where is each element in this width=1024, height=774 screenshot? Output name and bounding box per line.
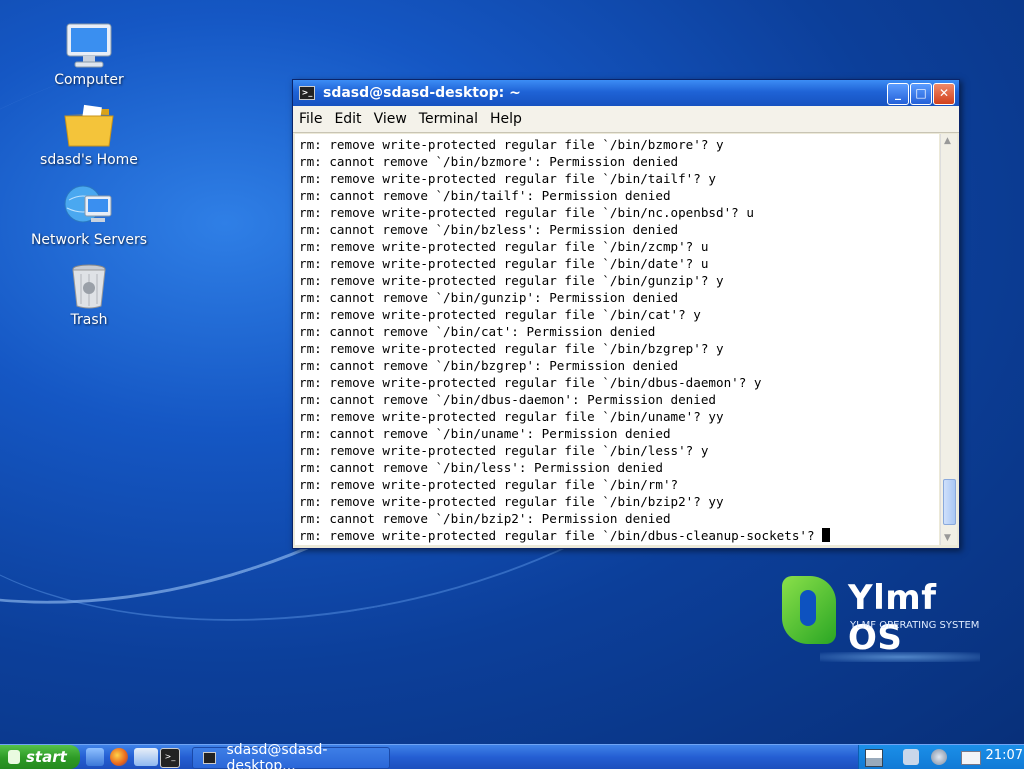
minimize-button[interactable]: _ [887,83,909,105]
terminal-line: rm: remove write-protected regular file … [299,528,823,543]
menubar: File Edit View Terminal Help [293,106,959,133]
desktop-icon-network-servers[interactable]: Network Servers [29,182,149,248]
terminal-line: rm: remove write-protected regular file … [299,307,701,322]
terminal-line: rm: remove write-protected regular file … [299,171,717,186]
terminal-scrollbar[interactable]: ▲ ▼ [940,134,957,545]
terminal-line: rm: remove write-protected regular file … [299,137,724,152]
volume-icon[interactable] [931,749,947,765]
start-label: start [26,748,67,766]
taskbar: start >_ sdasd@sdasd-desktop... 21:07 [0,742,1024,774]
desktop: Computer sdasd's Home Network Servers Tr… [0,0,1024,744]
terminal-line: rm: remove write-protected regular file … [299,477,679,492]
menu-view[interactable]: View [374,111,407,127]
network-globe-icon [63,182,115,230]
logo-title: Ylmf OS [848,578,937,658]
terminal-window[interactable]: >_ sdasd@sdasd-desktop: ~ _ □ ✕ File Edi… [292,79,960,549]
close-button[interactable]: ✕ [933,83,955,105]
quicklaunch-files-icon[interactable] [86,748,104,766]
terminal-line: rm: cannot remove `/bin/bzmore': Permiss… [299,154,679,169]
terminal-line: rm: cannot remove `/bin/bzgrep': Permiss… [299,358,679,373]
terminal-line: rm: remove write-protected regular file … [299,494,724,509]
terminal-icon: >_ [299,86,315,100]
menu-terminal[interactable]: Terminal [419,111,478,127]
terminal-line: rm: cannot remove `/bin/tailf': Permissi… [299,188,671,203]
menu-edit[interactable]: Edit [334,111,361,127]
start-button[interactable]: start [0,745,80,769]
terminal-line: rm: cannot remove `/bin/bzless': Permiss… [299,222,679,237]
system-tray: 21:07 [858,745,1024,769]
scroll-up-icon[interactable]: ▲ [944,136,951,146]
terminal-line: rm: cannot remove `/bin/bzip2': Permissi… [299,511,671,526]
taskbar-task-terminal[interactable]: sdasd@sdasd-desktop... [192,742,390,774]
scroll-down-icon[interactable]: ▼ [944,533,951,543]
window-title: sdasd@sdasd-desktop: ~ [323,85,521,101]
terminal-line: rm: cannot remove `/bin/less': Permissio… [299,460,663,475]
firefox-icon[interactable] [110,748,128,766]
task-title: sdasd@sdasd-desktop... [226,742,328,774]
window-titlebar[interactable]: >_ sdasd@sdasd-desktop: ~ [293,80,959,106]
terminal-line: rm: remove write-protected regular file … [299,205,754,220]
terminal-line: rm: remove write-protected regular file … [299,443,709,458]
folder-icon [63,102,115,150]
menu-help[interactable]: Help [490,111,522,127]
terminal-line: rm: cannot remove `/bin/cat': Permission… [299,324,656,339]
terminal-line: rm: cannot remove `/bin/uname': Permissi… [299,426,671,441]
trash-icon [63,262,115,310]
desktop-icon-trash[interactable]: Trash [29,262,149,328]
workspace-switcher-icon[interactable] [865,749,883,767]
scroll-thumb[interactable] [943,479,956,525]
ylmf-logo-mark [782,576,836,644]
terminal-line: rm: remove write-protected regular file … [299,341,724,356]
desktop-icon-computer[interactable]: Computer [29,22,149,88]
logo-glow [820,652,980,662]
terminal-icon [203,752,217,764]
maximize-button[interactable]: □ [910,83,932,105]
show-desktop-icon[interactable] [134,748,158,766]
terminal-line: rm: remove write-protected regular file … [299,409,724,424]
clock[interactable]: 21:07 [986,748,1023,763]
terminal-line: rm: cannot remove `/bin/gunzip': Permiss… [299,290,679,305]
computer-icon [63,22,115,70]
terminal-line: rm: remove write-protected regular file … [299,256,709,271]
terminal-line: rm: remove write-protected regular file … [299,273,724,288]
desktop-icon-home[interactable]: sdasd's Home [29,102,149,168]
network-disconnected-icon[interactable] [903,749,919,765]
terminal-line: rm: remove write-protected regular file … [299,375,762,390]
menu-file[interactable]: File [299,111,322,127]
ylmf-logo: Ylmf OS YLMF OPERATING SYSTEM [780,576,990,662]
logo-subtitle: YLMF OPERATING SYSTEM [850,620,980,631]
terminal-line: rm: cannot remove `/bin/dbus-daemon': Pe… [299,392,717,407]
terminal-output[interactable]: rm: remove write-protected regular file … [295,134,939,545]
quicklaunch-terminal-icon[interactable]: >_ [160,748,180,768]
terminal-cursor [822,528,831,542]
terminal-line: rm: remove write-protected regular file … [299,239,709,254]
start-logo-icon [8,750,20,764]
mail-icon[interactable] [961,751,981,765]
terminal-lines: rm: remove write-protected regular file … [295,134,939,545]
